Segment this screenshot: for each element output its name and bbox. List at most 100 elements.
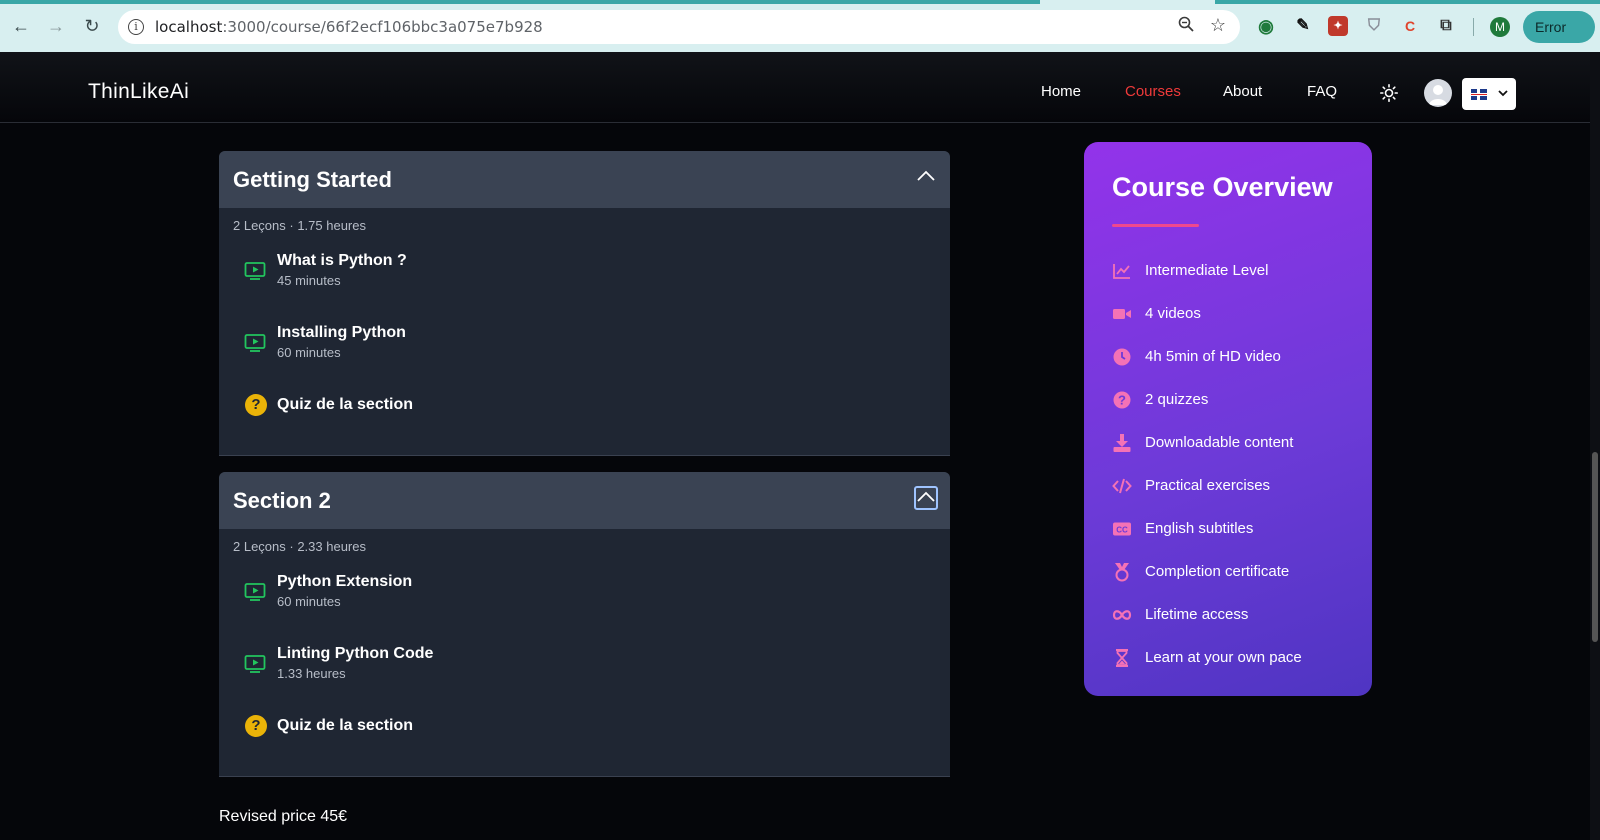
extension-grammar-icon[interactable]: ◉ (1256, 16, 1276, 36)
url-path: :3000/course/66f2ecf106bbc3a075e7b928 (222, 18, 543, 36)
shield-extension-icon[interactable]: ⛉ (1364, 16, 1384, 36)
overview-item-label: Intermediate Level (1145, 262, 1269, 279)
theme-toggle-sun-icon[interactable] (1380, 84, 1399, 103)
question-circle-icon: ? (1113, 391, 1131, 409)
tab-strip-right (1215, 0, 1600, 4)
back-icon[interactable]: ← (9, 14, 33, 38)
chart-line-icon (1113, 264, 1130, 279)
nav-about[interactable]: About (1223, 83, 1262, 100)
curriculum: Getting Started 2 Leçons · 1.75 heures W… (219, 151, 950, 793)
page-scrollbar[interactable] (1590, 52, 1600, 840)
title-underline (1112, 224, 1199, 227)
overview-item: Intermediate Level (1112, 259, 1362, 283)
svg-text:CC: CC (1116, 526, 1128, 535)
lesson-item[interactable]: Linting Python Code 1.33 heures (219, 633, 950, 705)
nav-home[interactable]: Home (1041, 83, 1081, 100)
svg-text:?: ? (1118, 393, 1126, 408)
error-button[interactable]: Error (1523, 11, 1595, 43)
lesson-duration: 60 minutes (277, 594, 341, 609)
section-meta: 2 Leçons · 1.75 heures (233, 218, 366, 233)
brand-logo[interactable]: ThinLikeAi (88, 80, 189, 104)
extension-c-icon[interactable]: C (1400, 16, 1420, 36)
overview-item-label: Completion certificate (1145, 563, 1290, 580)
address-bar[interactable]: i localhost:3000/course/66f2ecf106bbc3a0… (118, 10, 1240, 44)
overview-item-label: 4h 5min of HD video (1145, 348, 1281, 365)
bookmark-star-icon[interactable]: ☆ (1210, 15, 1226, 36)
section-quiz[interactable]: ? Quiz de la section (219, 384, 950, 455)
forward-icon[interactable]: → (44, 14, 68, 38)
course-overview-card: Course Overview Intermediate Level 4 vid… (1084, 142, 1372, 696)
section-meta: 2 Leçons · 2.33 heures (233, 539, 366, 554)
overview-item: Learn at your own pace (1112, 646, 1362, 670)
overview-item-label: English subtitles (1145, 520, 1254, 537)
hourglass-icon (1116, 649, 1128, 667)
section-header[interactable]: Getting Started (219, 151, 950, 208)
lesson-item[interactable]: Installing Python 60 minutes (219, 312, 950, 384)
download-icon (1113, 434, 1131, 452)
site-info-icon[interactable]: i (128, 19, 144, 35)
toolbar-divider (1473, 18, 1474, 36)
overview-item: CC English subtitles (1112, 517, 1362, 541)
overview-item: Completion certificate (1112, 560, 1362, 584)
lesson-title: Linting Python Code (277, 645, 434, 662)
lesson-item[interactable]: Python Extension 60 minutes (219, 561, 950, 633)
zoom-icon[interactable] (1178, 16, 1194, 37)
video-lesson-icon (244, 653, 266, 675)
closed-captions-icon: CC (1113, 522, 1131, 536)
url-text[interactable]: localhost:3000/course/66f2ecf106bbc3a075… (155, 18, 543, 36)
lesson-title: Python Extension (277, 573, 413, 590)
course-section: Section 2 2 Leçons · 2.33 heures Python … (219, 472, 950, 777)
overview-title: Course Overview (1112, 172, 1333, 202)
collapse-chevron-up-icon[interactable] (914, 486, 938, 510)
browser-chrome: ← → ↻ i localhost:3000/course/66f2ecf106… (0, 0, 1600, 52)
video-lesson-icon (244, 332, 266, 354)
infinity-icon (1112, 610, 1132, 620)
clock-icon (1113, 348, 1131, 366)
section-title: Section 2 (233, 488, 331, 513)
section-title: Getting Started (233, 167, 392, 192)
lesson-duration: 1.33 heures (277, 666, 346, 681)
reload-icon[interactable]: ↻ (80, 14, 104, 38)
video-lesson-icon (244, 581, 266, 603)
lesson-duration: 60 minutes (277, 345, 341, 360)
course-section: Getting Started 2 Leçons · 1.75 heures W… (219, 151, 950, 456)
tab-strip (0, 0, 1040, 4)
medal-icon (1115, 563, 1129, 582)
scrollbar-thumb[interactable] (1592, 452, 1598, 642)
nav-faq[interactable]: FAQ (1307, 83, 1337, 100)
overview-item: Practical exercises (1112, 474, 1362, 498)
overview-item: Downloadable content (1112, 431, 1362, 455)
extension-red-icon[interactable]: ✦ (1328, 16, 1348, 36)
video-lesson-icon (244, 260, 266, 282)
lesson-title: What is Python ? (277, 252, 407, 269)
quiz-title: Quiz de la section (277, 396, 414, 413)
section-header[interactable]: Section 2 (219, 472, 950, 529)
question-circle-icon: ? (245, 715, 267, 737)
section-quiz[interactable]: ? Quiz de la section (219, 705, 950, 776)
question-circle-icon: ? (245, 394, 267, 416)
overview-item-label: Lifetime access (1145, 606, 1249, 623)
overview-item-label: 4 videos (1145, 305, 1201, 322)
eyedropper-icon[interactable]: ✎ (1293, 16, 1313, 36)
overview-item: ? 2 quizzes (1112, 388, 1362, 412)
overview-item: Lifetime access (1112, 603, 1362, 627)
user-avatar[interactable] (1424, 79, 1452, 107)
chevron-down-icon (1497, 87, 1509, 102)
overview-item: 4h 5min of HD video (1112, 345, 1362, 369)
code-icon (1112, 478, 1132, 494)
url-host: localhost (155, 18, 223, 36)
collapse-chevron-up-icon[interactable] (914, 165, 938, 189)
overview-item-label: Practical exercises (1145, 477, 1271, 494)
quiz-title: Quiz de la section (277, 717, 414, 734)
nav-courses[interactable]: Courses (1125, 83, 1181, 100)
lesson-item[interactable]: What is Python ? 45 minutes (219, 240, 950, 312)
uk-flag-icon (1471, 89, 1487, 100)
extensions-puzzle-icon[interactable]: ⧉ (1436, 16, 1456, 36)
overview-item: 4 videos (1112, 302, 1362, 326)
language-select[interactable] (1462, 78, 1516, 110)
revised-price: Revised price 45€ (219, 808, 348, 825)
overview-item-label: Downloadable content (1145, 434, 1294, 451)
video-camera-icon (1113, 309, 1131, 319)
profile-avatar[interactable]: M (1490, 17, 1510, 37)
lesson-title: Installing Python (277, 324, 406, 341)
